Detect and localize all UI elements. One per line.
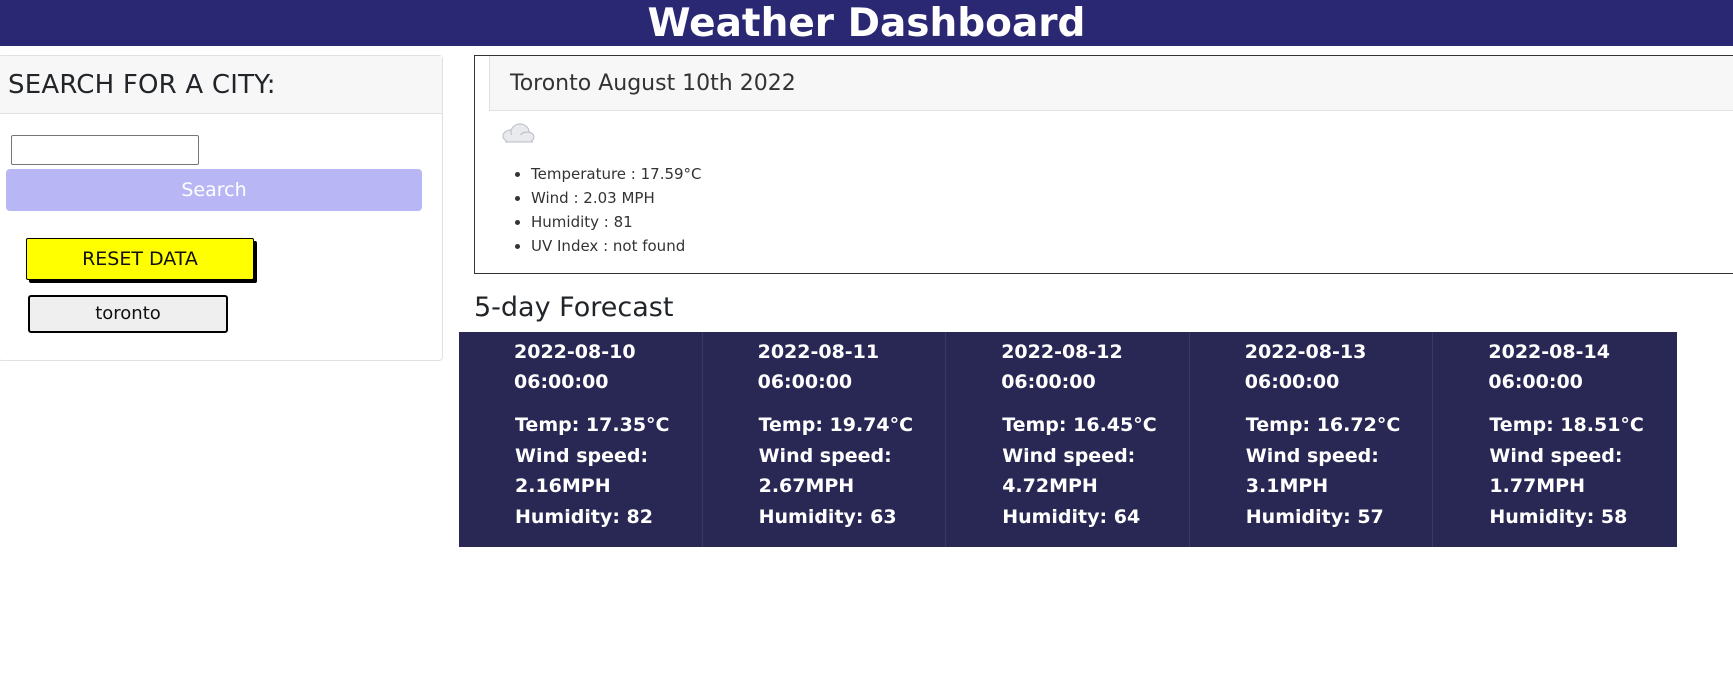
current-uv-index: UV Index : not found bbox=[531, 234, 702, 258]
forecast-wind: 4.72MPH bbox=[1002, 475, 1098, 497]
search-panel: SEARCH FOR A CITY: Search RESET DATA tor… bbox=[0, 55, 443, 361]
forecast-wind: 2.67MPH bbox=[758, 475, 855, 497]
current-temperature: Temperature : 17.59°C bbox=[531, 162, 702, 186]
current-humidity: Humidity : 81 bbox=[531, 210, 702, 234]
current-wind: Wind : 2.03 MPH bbox=[531, 186, 702, 210]
forecast-wind: 2.16MPH bbox=[515, 475, 611, 497]
page-title: Weather Dashboard bbox=[647, 1, 1086, 46]
search-panel-header: SEARCH FOR A CITY: bbox=[0, 56, 442, 114]
forecast-day-card: 2022-08-11 06:00:00 Temp: 19.74°C Wind sp… bbox=[703, 332, 947, 547]
current-weather-header: Toronto August 10th 2022 bbox=[489, 56, 1733, 111]
search-heading: SEARCH FOR A CITY: bbox=[8, 70, 276, 100]
forecast-humidity: Humidity: 64 bbox=[1002, 506, 1141, 528]
cloud-icon bbox=[502, 123, 535, 143]
forecast-temp: Temp: 16.72°C bbox=[1245, 414, 1401, 436]
forecast-date: 2022-08-14 06:00:00 bbox=[1488, 341, 1610, 393]
current-weather-details: Temperature : 17.59°C Wind : 2.03 MPH Hu… bbox=[495, 162, 702, 258]
current-weather-card: Toronto August 10th 2022 Temperature : 1… bbox=[474, 55, 1733, 274]
current-weather-title: Toronto August 10th 2022 bbox=[510, 71, 796, 96]
forecast-temp: Temp: 17.35°C bbox=[515, 414, 670, 436]
forecast-temp: Temp: 16.45°C bbox=[1002, 414, 1157, 436]
forecast-day-card: 2022-08-12 06:00:00 Temp: 16.45°C Wind sp… bbox=[946, 332, 1190, 547]
forecast-wind: 3.1MPH bbox=[1245, 475, 1329, 497]
forecast-humidity: Humidity: 82 bbox=[515, 506, 653, 528]
forecast-humidity: Humidity: 63 bbox=[758, 506, 897, 528]
forecast-wind-label: Wind speed: bbox=[515, 445, 649, 467]
forecast-row: 2022-08-10 06:00:00 Temp: 17.35°C Wind sp… bbox=[459, 332, 1677, 547]
history-city-button[interactable]: toronto bbox=[28, 295, 228, 333]
reset-data-button[interactable]: RESET DATA bbox=[26, 238, 254, 280]
forecast-day-card: 2022-08-10 06:00:00 Temp: 17.35°C Wind sp… bbox=[459, 332, 703, 547]
forecast-wind-label: Wind speed: bbox=[1489, 445, 1623, 467]
forecast-day-card: 2022-08-13 06:00:00 Temp: 16.72°C Wind sp… bbox=[1190, 332, 1434, 547]
forecast-date: 2022-08-13 06:00:00 bbox=[1244, 341, 1367, 393]
forecast-humidity: Humidity: 58 bbox=[1489, 506, 1628, 528]
forecast-wind: 1.77MPH bbox=[1489, 475, 1585, 497]
forecast-day-card: 2022-08-14 06:00:00 Temp: 18.51°C Wind sp… bbox=[1433, 332, 1677, 547]
forecast-date: 2022-08-12 06:00:00 bbox=[1001, 341, 1123, 393]
forecast-temp: Temp: 19.74°C bbox=[758, 414, 914, 436]
city-search-input[interactable] bbox=[11, 135, 199, 165]
forecast-date: 2022-08-10 06:00:00 bbox=[514, 341, 636, 393]
forecast-title: 5-day Forecast bbox=[474, 292, 674, 323]
page-header: Weather Dashboard bbox=[0, 0, 1733, 46]
forecast-temp: Temp: 18.51°C bbox=[1489, 414, 1644, 436]
forecast-wind-label: Wind speed: bbox=[1002, 445, 1136, 467]
forecast-humidity: Humidity: 57 bbox=[1245, 506, 1384, 528]
forecast-date: 2022-08-11 06:00:00 bbox=[757, 341, 880, 393]
forecast-wind-label: Wind speed: bbox=[758, 445, 892, 467]
forecast-wind-label: Wind speed: bbox=[1245, 445, 1379, 467]
search-button[interactable]: Search bbox=[6, 169, 422, 211]
